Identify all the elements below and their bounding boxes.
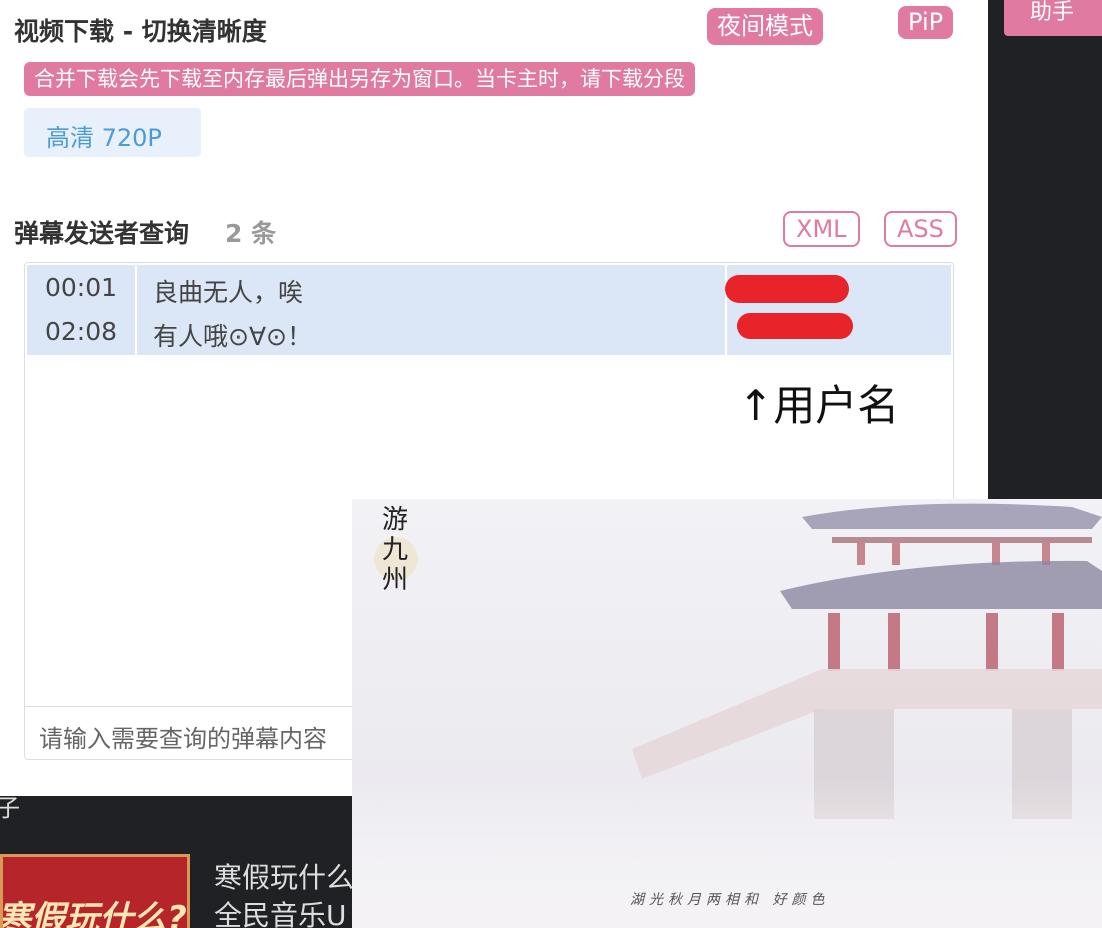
column-divider xyxy=(725,265,727,355)
promo-thumbnail[interactable]: 寒假玩什么? xyxy=(0,854,190,928)
feed-headline[interactable]: 全民音乐U xyxy=(214,894,347,928)
background-text-fragment: 子 xyxy=(0,794,20,822)
scenery-logo: 游九州 xyxy=(382,505,409,595)
export-ass-button[interactable]: ASS xyxy=(884,211,957,247)
export-xml-button[interactable]: XML xyxy=(783,211,860,247)
danmaku-count: 2 条 xyxy=(225,219,277,248)
feed-headline[interactable]: 寒假玩什么 xyxy=(214,856,354,896)
floating-scenery-image[interactable]: 游九州 湖光秋月两相和 好颜色 xyxy=(352,499,1102,928)
pavilion-illustration xyxy=(352,499,1102,928)
help-button[interactable]: 助手 xyxy=(1004,0,1102,36)
promo-thumbnail-text: 寒假玩什么? xyxy=(0,899,187,928)
danmaku-time[interactable]: 00:01 xyxy=(45,273,117,302)
scenery-caption: 湖光秋月两相和 好颜色 xyxy=(630,892,830,908)
column-divider xyxy=(135,265,137,355)
quality-720p-button[interactable]: 高清 720P xyxy=(24,108,201,157)
username-annotation: ↑用户名 xyxy=(738,381,900,430)
danmaku-time[interactable]: 02:08 xyxy=(45,317,117,346)
redacted-username xyxy=(737,313,853,339)
download-section-title: 视频下载 - 切换清晰度 xyxy=(14,17,267,46)
pip-button[interactable]: PiP xyxy=(898,6,954,39)
danmaku-text[interactable]: 良曲无人，唉 xyxy=(153,273,303,309)
danmaku-section-title: 弹幕发送者查询 xyxy=(14,219,190,248)
night-mode-button[interactable]: 夜间模式 xyxy=(707,8,823,45)
danmaku-text[interactable]: 有人哦⊙∀⊙！ xyxy=(153,317,312,353)
redacted-username xyxy=(725,275,849,303)
download-warning-badge: 合并下载会先下载至内存最后弹出另存为窗口。当卡主时，请下载分段 xyxy=(24,62,695,96)
